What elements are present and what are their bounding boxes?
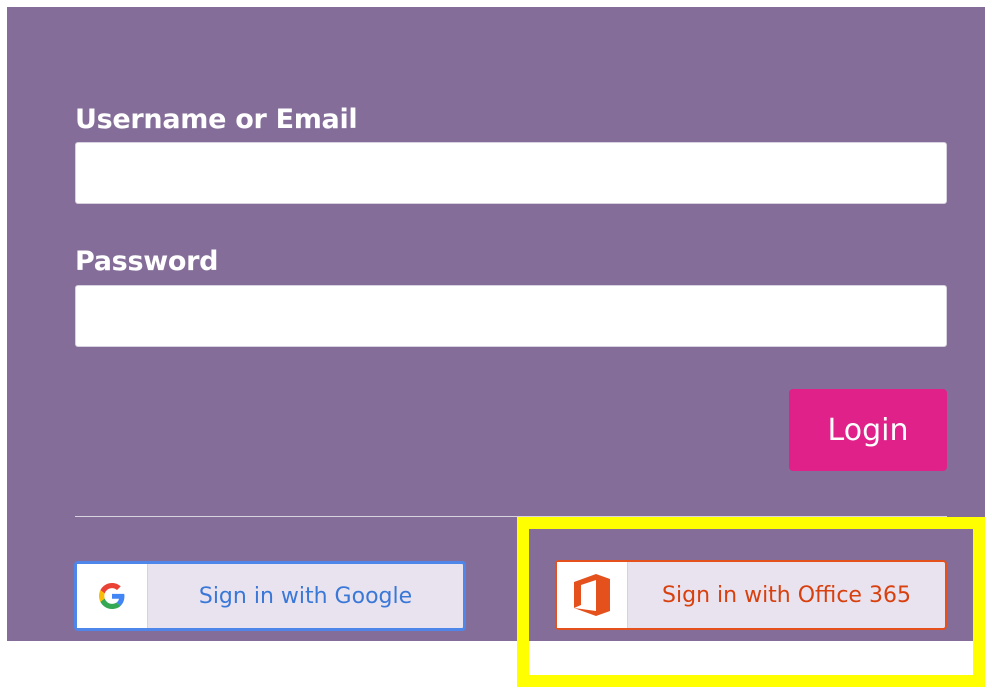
login-button[interactable]: Login <box>789 389 947 471</box>
highlight-annotation <box>517 517 985 687</box>
username-input[interactable] <box>75 142 947 204</box>
password-label: Password <box>75 246 219 277</box>
google-icon-box <box>77 564 148 628</box>
google-g-icon <box>99 583 125 609</box>
password-input[interactable] <box>75 285 947 347</box>
google-button-label: Sign in with Google <box>198 583 413 609</box>
sign-in-google-button[interactable]: Sign in with Google <box>74 561 466 631</box>
username-label: Username or Email <box>75 104 358 135</box>
